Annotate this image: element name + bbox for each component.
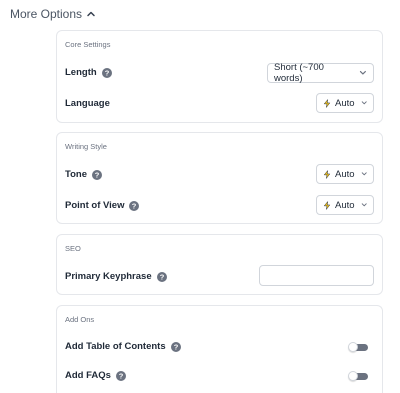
language-label: Language [65,98,110,109]
language-select[interactable]: Auto [316,93,374,113]
table-of-contents-label: Add Table of Contents [65,341,166,352]
writing-style-card: Writing Style Tone ? Auto Point of View … [56,132,383,224]
table-of-contents-toggle[interactable] [348,342,368,352]
language-select-value: Auto [335,97,355,109]
svg-text:?: ? [119,371,124,380]
svg-text:?: ? [159,272,164,281]
chevron-down-icon [361,203,367,207]
language-row-label: Language [65,98,110,109]
seo-card: SEO Primary Keyphrase ? [56,234,383,295]
add-ons-card: Add Ons Add Table of Contents ? Add FAQs… [56,305,383,393]
point-of-view-label: Point of View [65,200,125,211]
chevron-down-icon [361,101,367,105]
toggle-knob [348,342,358,352]
length-row-label: Length ? [65,67,112,78]
svg-text:?: ? [95,170,100,179]
help-icon[interactable]: ? [115,370,126,381]
help-icon[interactable]: ? [92,169,102,180]
tone-select[interactable]: Auto [316,164,374,184]
table-of-contents-row-label: Add Table of Contents ? [65,341,181,352]
chevron-down-icon [361,172,367,176]
toggle-knob [348,371,358,381]
help-icon[interactable]: ? [170,341,181,352]
point-of-view-select-value: Auto [335,199,355,211]
lightning-bolt-icon [323,200,331,210]
primary-keyphrase-label: Primary Keyphrase [65,271,152,282]
point-of-view-select[interactable]: Auto [316,195,374,215]
lightning-bolt-icon [323,98,331,108]
card-title: Core Settings [65,40,111,49]
card-title: SEO [65,244,81,253]
length-select[interactable]: Short (~700 words) [267,62,374,84]
chevron-down-icon [360,70,367,75]
help-icon[interactable]: ? [156,271,167,282]
tone-label: Tone [65,169,87,180]
svg-text:?: ? [132,201,137,210]
tone-select-value: Auto [335,168,355,180]
faqs-label: Add FAQs [65,370,111,381]
length-label: Length [65,67,97,78]
faqs-toggle[interactable] [348,371,368,381]
faqs-row-label: Add FAQs ? [65,370,126,381]
card-title: Add Ons [65,315,95,324]
svg-text:?: ? [173,342,178,351]
chevron-up-icon [87,11,95,17]
more-options-toggle[interactable]: More Options [10,7,96,21]
point-of-view-row-label: Point of View ? [65,200,140,211]
svg-text:?: ? [104,68,109,77]
core-settings-card: Core Settings Length ? Short (~700 words… [56,30,383,123]
length-select-value: Short (~700 words) [274,62,324,84]
primary-keyphrase-input[interactable] [259,265,374,286]
help-icon[interactable]: ? [101,67,112,78]
primary-keyphrase-row-label: Primary Keyphrase ? [65,271,167,282]
card-title: Writing Style [65,142,107,151]
lightning-bolt-icon [323,169,331,179]
help-icon[interactable]: ? [129,200,140,211]
more-options-label: More Options [10,7,83,21]
tone-row-label: Tone ? [65,169,102,180]
